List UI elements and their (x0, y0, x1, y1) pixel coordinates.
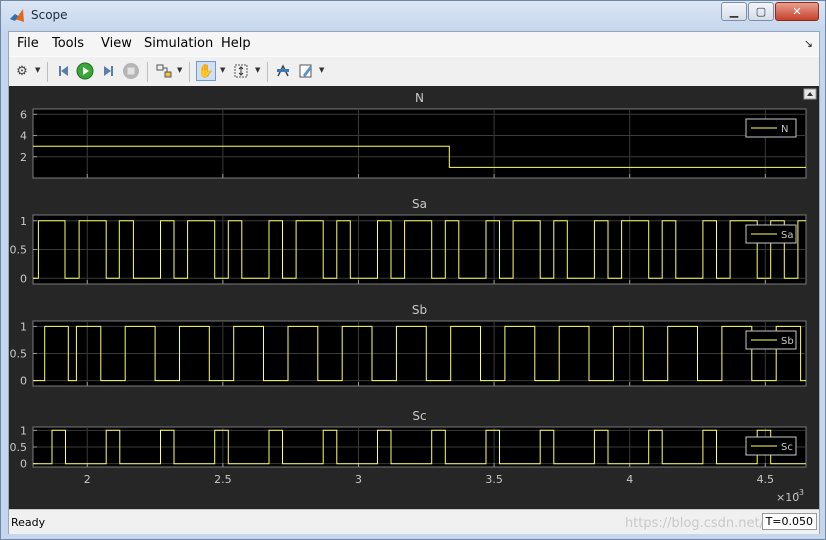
matlab-logo-icon (10, 9, 24, 22)
y-tick-label: 0.5 (10, 441, 28, 454)
plot-title: Sa (412, 197, 427, 211)
watermark: https://blog.csdn.net/ (624, 516, 764, 531)
toolbar-separator (147, 62, 148, 82)
zoom-y-icon[interactable] (232, 62, 250, 80)
pan-icon[interactable]: ✋ (196, 61, 216, 81)
plot-title: N (415, 91, 424, 105)
minimize-icon: ▁ (729, 5, 739, 18)
legend-label: Sa (781, 230, 793, 241)
step-forward-icon[interactable] (99, 62, 117, 80)
y-tick-label: 0 (20, 375, 27, 388)
legend-label: N (781, 124, 788, 135)
plot-area: N 6 4 2 N Sa 1 0.5 0 Sa Sb 1 0.5 0 Sb Sc 1 0.5 0 Sc 2 2.5 3 3.5… (9, 86, 819, 509)
legend-label: Sb (781, 336, 794, 347)
y-tick-label: 1 (20, 215, 27, 228)
minimize-button[interactable]: ▁ (721, 2, 747, 21)
chevron-down-icon[interactable]: ▼ (35, 66, 40, 74)
menu-simulation[interactable]: Simulation (144, 36, 213, 51)
x-axis-exponent: -3 (796, 488, 804, 497)
menu-file[interactable]: File (17, 36, 39, 51)
gear-icon[interactable]: ⚙ (13, 62, 31, 80)
toolbar: ⚙ ▼ ▼ ✋ ▼ ▼ ▼ (9, 56, 819, 87)
stop-icon[interactable] (122, 62, 140, 80)
toolbar-separator (189, 62, 190, 82)
y-tick-label: 4 (20, 130, 27, 143)
y-tick-label: 0.5 (10, 244, 28, 257)
simulation-time: T=0.050 (761, 513, 817, 530)
title-bar[interactable]: Scope ▁ ▢ ✕ (1, 1, 825, 31)
step-back-icon[interactable] (55, 62, 73, 80)
toolbar-separator (47, 62, 48, 82)
scope-window: Scope ▁ ▢ ✕ File Tools View Simulation H… (0, 0, 826, 540)
y-tick-label: 2 (20, 151, 27, 164)
plot-title: Sc (412, 409, 426, 423)
chevron-down-icon[interactable]: ▼ (220, 66, 225, 74)
menu-help[interactable]: Help (221, 36, 251, 51)
style-icon[interactable] (297, 62, 315, 80)
scope-plots[interactable]: N 6 4 2 N Sa 1 0.5 0 Sa Sb 1 0.5 0 Sb Sc 1 0.5 0 Sc 2 2.5 3 3.5… (9, 86, 819, 509)
toolbar-separator (267, 62, 268, 82)
menu-tools[interactable]: Tools (52, 36, 84, 51)
window-title: Scope (31, 8, 68, 22)
status-bar: Ready https://blog.csdn.net/ T=0.050 (9, 509, 819, 534)
chevron-down-icon[interactable]: ▼ (177, 66, 182, 74)
x-tick-label: 3.5 (485, 473, 503, 486)
x-tick-label: 3 (355, 473, 362, 486)
x-tick-label: 2.5 (214, 473, 232, 486)
menu-bar: File Tools View Simulation Help ↘ (9, 32, 819, 56)
x-tick-label: 4.5 (757, 473, 775, 486)
chevron-down-icon[interactable]: ▼ (255, 66, 260, 74)
menu-view[interactable]: View (101, 36, 132, 51)
status-text: Ready (11, 516, 46, 529)
y-tick-label: 0 (20, 272, 27, 285)
y-tick-label: 1 (20, 424, 27, 437)
maximize-icon: ▢ (755, 5, 767, 18)
close-button[interactable]: ✕ (775, 2, 819, 21)
close-icon: ✕ (792, 5, 802, 18)
x-tick-label: 4 (626, 473, 633, 486)
cursor-measure-icon[interactable] (274, 62, 292, 80)
plot-title: Sb (412, 303, 427, 317)
client-area: File Tools View Simulation Help ↘ ⚙ ▼ ▼ … (8, 31, 820, 534)
y-tick-label: 1 (20, 320, 27, 333)
y-tick-label: 6 (20, 108, 27, 121)
y-tick-label: 0.5 (10, 348, 28, 361)
run-icon[interactable] (76, 62, 94, 80)
legend-label: Sc (781, 442, 793, 453)
y-tick-label: 0 (20, 458, 27, 471)
menu-undock-icon[interactable]: ↘ (804, 37, 813, 50)
chevron-down-icon[interactable]: ▼ (319, 66, 324, 74)
x-tick-label: 2 (84, 473, 91, 486)
maximize-button[interactable]: ▢ (748, 2, 774, 21)
highlight-block-icon[interactable] (155, 62, 173, 80)
